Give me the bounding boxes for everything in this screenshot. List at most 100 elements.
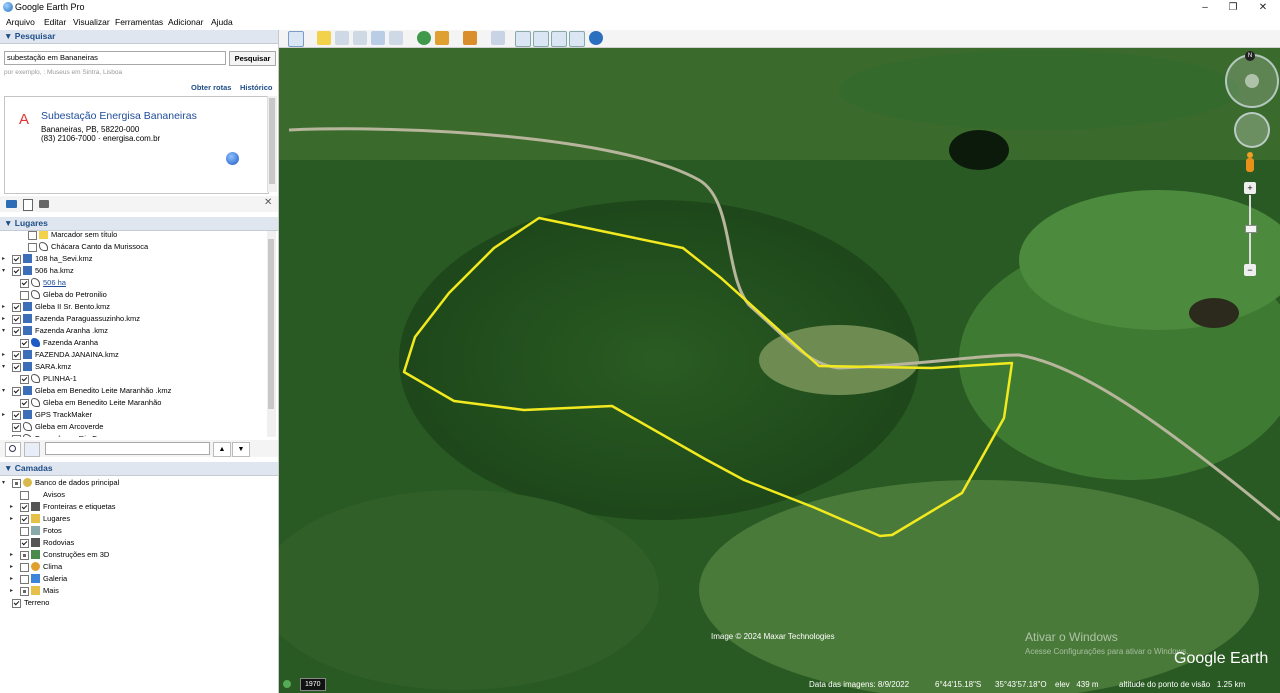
menu-adicionar[interactable]: Adicionar — [168, 17, 203, 27]
places-item[interactable]: Fazenda em Rio Formoso — [0, 433, 265, 437]
layer-item[interactable]: Fotos — [0, 525, 265, 537]
places-item[interactable]: 506 ha — [0, 277, 265, 289]
layers-panel-header[interactable]: ▼ Camadas — [0, 462, 278, 476]
minimize-button[interactable]: – — [1190, 0, 1220, 15]
checkbox[interactable] — [20, 563, 29, 572]
checkbox[interactable] — [12, 479, 21, 488]
layer-item[interactable]: ▾ Banco de dados principal — [0, 477, 265, 489]
places-item[interactable]: ▾ Fazenda Aranha .kmz — [0, 325, 265, 337]
expand-arrow-icon[interactable]: ▾ — [2, 387, 8, 395]
places-item[interactable]: PLINHA-1 — [0, 373, 265, 385]
expand-arrow-icon[interactable]: ▾ — [2, 327, 8, 335]
checkbox[interactable] — [28, 243, 37, 252]
checkbox[interactable] — [12, 255, 21, 264]
layer-item[interactable]: ▸ Mais — [0, 585, 265, 597]
checkbox[interactable] — [20, 515, 29, 524]
places-item[interactable]: ▸ FAZENDA JANAINA.kmz — [0, 349, 265, 361]
layer-item[interactable]: ▸ Clima — [0, 561, 265, 573]
checkbox[interactable] — [12, 363, 21, 372]
expand-arrow-icon[interactable]: ▸ — [2, 315, 8, 323]
places-item[interactable]: ▸ Gleba II Sr. Bento.kmz — [0, 301, 265, 313]
list-view-icon[interactable] — [24, 442, 40, 457]
expand-arrow-icon[interactable]: ▸ — [2, 351, 8, 359]
checkbox[interactable] — [28, 231, 37, 240]
places-item[interactable]: Fazenda Aranha — [0, 337, 265, 349]
expand-arrow-icon[interactable]: ▾ — [2, 267, 8, 275]
checkbox[interactable] — [20, 551, 29, 560]
layer-item[interactable]: ▸ Galeria — [0, 573, 265, 585]
globe-icon[interactable] — [226, 152, 239, 165]
earth-icon[interactable] — [589, 31, 603, 45]
search-input[interactable]: subestação em Bananeiras — [4, 51, 226, 65]
print-toolbar-icon[interactable] — [533, 31, 549, 47]
checkbox[interactable] — [12, 315, 21, 324]
history-link[interactable]: Histórico — [240, 83, 273, 92]
checkbox[interactable] — [12, 435, 21, 437]
checkbox[interactable] — [20, 279, 29, 288]
email-icon[interactable] — [515, 31, 531, 47]
map-view[interactable]: N + − Image © 2024 Maxar Technologies At… — [279, 30, 1280, 693]
places-item[interactable]: ▸ Fazenda Paraguassuzinho.kmz — [0, 313, 265, 325]
checkbox[interactable] — [12, 387, 21, 396]
zoom-slider-thumb[interactable] — [1245, 225, 1257, 233]
checkbox[interactable] — [20, 291, 29, 300]
close-panel-icon[interactable]: ✕ — [264, 197, 272, 208]
results-scrollbar[interactable] — [267, 96, 277, 192]
menu-arquivo[interactable]: Arquivo — [6, 17, 35, 27]
layer-item[interactable]: ▸ Fronteiras e etiquetas — [0, 501, 265, 513]
places-item[interactable]: ▸ 108 ha_Sevi.kmz — [0, 253, 265, 265]
expand-arrow-icon[interactable]: ▸ — [10, 515, 16, 523]
places-item[interactable]: Marcador sem título — [0, 231, 265, 241]
menu-ajuda[interactable]: Ajuda — [211, 17, 233, 27]
checkbox[interactable] — [12, 303, 21, 312]
expand-arrow-icon[interactable]: ▸ — [10, 503, 16, 511]
historical-year-badge[interactable]: 1970 — [300, 678, 326, 691]
checkbox[interactable] — [12, 423, 21, 432]
move-down-icon[interactable]: ▼ — [232, 442, 250, 457]
move-up-icon[interactable]: ▲ — [213, 442, 231, 457]
checkbox[interactable] — [12, 599, 21, 608]
checkbox[interactable] — [20, 491, 29, 500]
add-placemark-icon[interactable] — [317, 31, 331, 45]
checkbox[interactable] — [12, 267, 21, 276]
checkbox[interactable] — [20, 575, 29, 584]
menu-visualizar[interactable]: Visualizar — [73, 17, 110, 27]
expand-arrow-icon[interactable]: ▸ — [10, 587, 16, 595]
sunlight-icon[interactable] — [435, 31, 449, 45]
checkbox[interactable] — [20, 339, 29, 348]
street-view-pegman-icon[interactable] — [1245, 152, 1255, 174]
restore-button[interactable]: ❐ — [1218, 0, 1248, 15]
planet-switch-icon[interactable] — [463, 31, 477, 45]
checkbox[interactable] — [12, 411, 21, 420]
print-icon[interactable] — [39, 200, 49, 208]
expand-arrow-icon[interactable]: ▸ — [10, 575, 16, 583]
compass-north[interactable]: N — [1245, 51, 1255, 61]
expand-arrow-icon[interactable]: ▸ — [2, 255, 8, 263]
places-item[interactable]: Gleba em Benedito Leite Maranhão — [0, 397, 265, 409]
checkbox[interactable] — [20, 539, 29, 548]
sidebar-toggle-icon[interactable] — [288, 31, 304, 47]
checkbox[interactable] — [20, 375, 29, 384]
satellite-imagery[interactable] — [279, 30, 1280, 693]
zoom-out-button[interactable]: − — [1244, 264, 1256, 276]
add-path-icon[interactable] — [353, 31, 367, 45]
places-filter-input[interactable] — [45, 442, 210, 455]
layer-item[interactable]: ▸ Lugares — [0, 513, 265, 525]
checkbox[interactable] — [20, 503, 29, 512]
checkbox[interactable] — [20, 527, 29, 536]
places-panel-header[interactable]: ▼ Lugares — [0, 217, 278, 231]
places-item[interactable]: Chácara Canto da Murissoca — [0, 241, 265, 253]
layer-item[interactable]: Rodovias — [0, 537, 265, 549]
look-control[interactable] — [1225, 54, 1279, 108]
search-button[interactable]: Pesquisar — [229, 51, 276, 66]
checkbox[interactable] — [12, 351, 21, 360]
close-button[interactable]: ✕ — [1248, 0, 1278, 15]
expand-arrow-icon[interactable]: ▸ — [2, 411, 8, 419]
places-item[interactable]: ▸ GPS TrackMaker — [0, 409, 265, 421]
places-scrollbar[interactable] — [267, 231, 276, 437]
expand-arrow-icon[interactable]: ▸ — [10, 563, 16, 571]
places-item[interactable]: ▾ 506 ha.kmz — [0, 265, 265, 277]
checkbox[interactable] — [20, 587, 29, 596]
add-folder-icon[interactable] — [6, 200, 17, 208]
expand-arrow-icon[interactable]: ▾ — [2, 363, 8, 371]
